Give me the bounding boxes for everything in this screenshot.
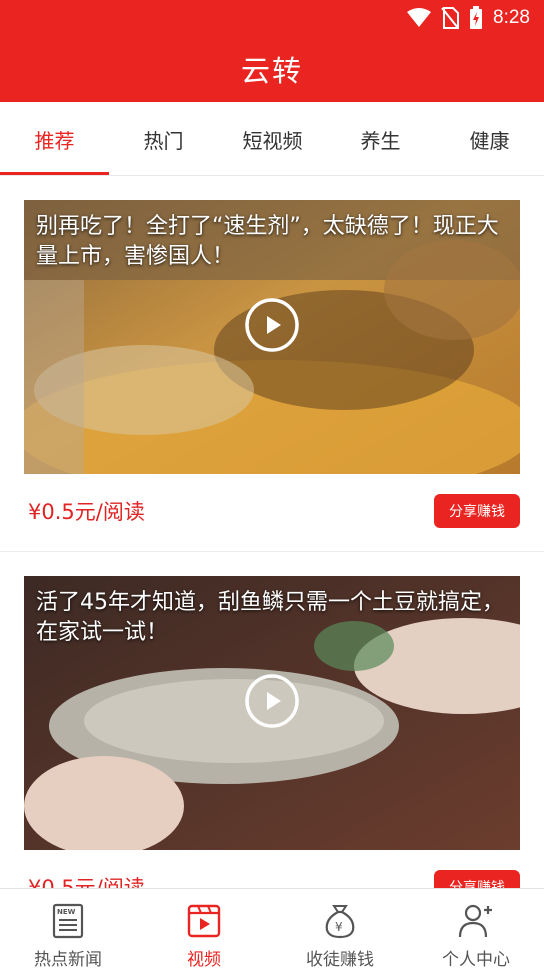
nav-recruit-earn[interactable]: ¥ 收徒赚钱 [272,889,408,974]
svg-text:NEW: NEW [57,908,76,916]
active-tab-indicator [0,172,109,175]
video-title: 别再吃了！全打了“速生剂”，太缺德了！现正大量上市，害惨国人！ [36,214,499,269]
nav-profile[interactable]: 个人中心 [408,889,544,974]
video-card[interactable]: 活了45年才知道，刮鱼鳞只需一个土豆就搞定，在家试一试！ ¥0.5元/阅读 分享… [0,552,544,888]
tab-label: 养生 [360,128,401,153]
video-card[interactable]: 别再吃了！全打了“速生剂”，太缺德了！现正大量上市，害惨国人！ ¥0.5元/阅读… [0,176,544,552]
app-title: 云转 [240,54,303,88]
battery-charging-icon [470,6,483,29]
no-sim-icon [441,7,460,29]
app-header: 云转 [0,36,544,102]
nav-label: 热点新闻 [34,950,102,970]
video-thumbnail[interactable]: 活了45年才知道，刮鱼鳞只需一个土豆就搞定，在家试一试！ [24,576,520,850]
tab-label: 短视频 [242,128,303,153]
svg-text:¥: ¥ [335,920,343,934]
nav-hot-news[interactable]: NEW 热点新闻 [0,889,136,974]
share-earn-button[interactable]: 分享赚钱 [434,870,520,888]
nav-label: 视频 [187,950,221,970]
money-bag-icon: ¥ [325,905,355,939]
play-icon[interactable] [244,297,300,353]
share-earn-button[interactable]: 分享赚钱 [434,494,520,528]
category-tab-bar: 推荐 热门 短视频 养生 健康 [0,102,544,176]
wifi-icon [407,8,432,27]
play-icon[interactable] [244,673,300,729]
status-bar: 8:28 [0,0,544,36]
news-icon: NEW [52,903,84,939]
video-title: 活了45年才知道，刮鱼鳞只需一个土豆就搞定，在家试一试！ [36,590,504,645]
tab-short-video[interactable]: 短视频 [218,102,327,176]
bottom-navigation: NEW 热点新闻 视频 ¥ 收徒赚钱 个人中心 [0,888,544,974]
video-feed[interactable]: 别再吃了！全打了“速生剂”，太缺德了！现正大量上市，害惨国人！ ¥0.5元/阅读… [0,176,544,888]
status-icons: 8:28 [407,6,530,30]
tab-health[interactable]: 健康 [435,102,544,176]
reward-price: ¥0.5元/阅读 [28,876,145,888]
status-time: 8:28 [493,7,530,28]
tab-wellness[interactable]: 养生 [326,102,435,176]
nav-video[interactable]: 视频 [136,889,272,974]
reward-price: ¥0.5元/阅读 [28,500,145,524]
user-add-icon [458,904,492,938]
nav-label: 个人中心 [442,950,510,970]
video-thumbnail[interactable]: 别再吃了！全打了“速生剂”，太缺德了！现正大量上市，害惨国人！ [24,200,520,474]
tab-recommended[interactable]: 推荐 [0,102,109,176]
tab-label: 热门 [143,128,184,153]
nav-label: 收徒赚钱 [306,950,374,970]
tab-label: 健康 [469,128,510,153]
video-icon [187,904,221,938]
tab-hot[interactable]: 热门 [109,102,218,176]
tab-label: 推荐 [34,128,75,153]
